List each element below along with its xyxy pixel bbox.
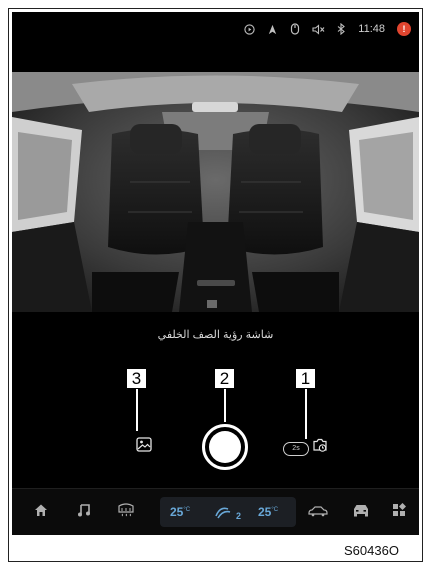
- right-temperature[interactable]: 25°C: [258, 505, 278, 519]
- left-temperature-value: 25: [170, 505, 184, 519]
- left-temperature-unit: °C: [183, 507, 191, 513]
- bottom-nav-bar: 25°C 2 25°C: [12, 488, 419, 535]
- figure-code: S60436O: [344, 543, 399, 558]
- callout-1: 1: [295, 368, 316, 389]
- clock: 11:48: [358, 23, 385, 35]
- callout-3: 3: [126, 368, 147, 389]
- vehicle-settings-icon[interactable]: [352, 503, 370, 522]
- warning-icon[interactable]: !: [397, 22, 411, 36]
- callout-3-leader: [135, 389, 139, 431]
- callout-2: 2: [214, 368, 235, 389]
- mouse-icon: [290, 23, 300, 35]
- volume-mute-icon: [312, 23, 325, 35]
- rear-row-camera-feed: [12, 72, 419, 312]
- climate-panel: 25°C 2 25°C: [160, 497, 296, 527]
- right-temperature-value: 25: [258, 505, 272, 519]
- timer-toggle[interactable]: 2s: [283, 442, 309, 456]
- car-icon[interactable]: [308, 504, 328, 522]
- rear-defrost-icon[interactable]: [118, 503, 134, 522]
- gallery-button[interactable]: [136, 437, 152, 457]
- right-temperature-unit: °C: [271, 507, 279, 513]
- apps-icon[interactable]: [392, 502, 407, 522]
- capture-button-core: [209, 431, 241, 463]
- timer-camera-icon: [313, 438, 327, 452]
- gallery-icon: [136, 437, 152, 452]
- callout-1-leader: [304, 389, 308, 439]
- media-play-icon: [244, 23, 255, 35]
- capture-button[interactable]: [202, 424, 248, 470]
- fan-icon[interactable]: [214, 504, 236, 525]
- home-icon[interactable]: [34, 503, 48, 522]
- fan-level: 2: [236, 511, 242, 521]
- infotainment-screen: 11:48 ! شاشة رؤية الصف الخلفي 3 2 1 2s 2…: [12, 12, 419, 535]
- navigation-icon: [267, 24, 278, 35]
- left-temperature[interactable]: 25°C: [170, 505, 190, 519]
- status-bar: 11:48 !: [12, 12, 419, 46]
- camera-caption: شاشة رؤية الصف الخلفي: [157, 329, 274, 341]
- timer-camera-button[interactable]: [312, 437, 328, 458]
- callout-2-leader: [223, 389, 227, 422]
- music-icon[interactable]: [77, 503, 91, 522]
- bluetooth-icon: [337, 23, 346, 35]
